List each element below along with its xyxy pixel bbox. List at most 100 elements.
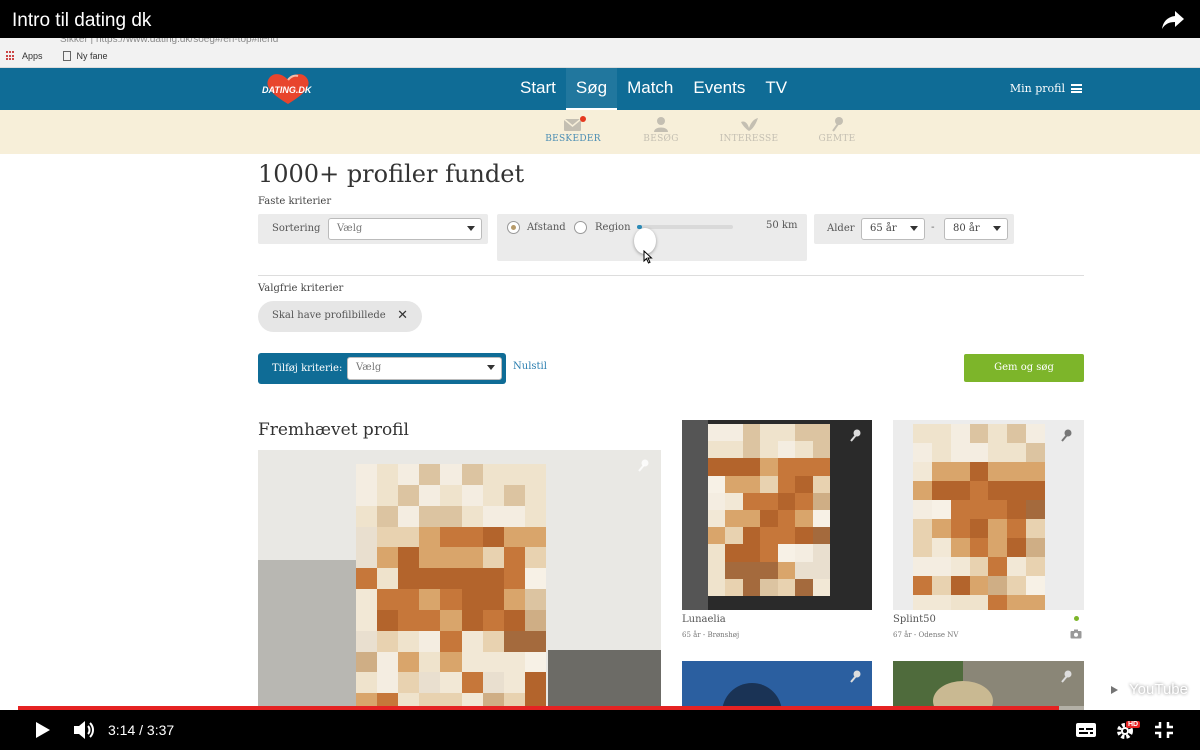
pixel-block [524, 464, 546, 485]
pixel-block [708, 475, 726, 493]
online-status-dot [1074, 616, 1079, 621]
pixel-block [419, 484, 441, 506]
pixel-block [795, 527, 813, 545]
distance-slider[interactable] [637, 225, 733, 229]
profile-card-photo[interactable] [682, 420, 872, 610]
pixel-block [398, 484, 420, 506]
pixel-block [795, 578, 813, 596]
pixel-block [419, 589, 441, 610]
pixel-block [931, 500, 951, 519]
exit-fullscreen-icon[interactable] [1154, 721, 1174, 739]
pixel-block [377, 609, 399, 631]
pixel-block [1026, 424, 1045, 443]
bookmark-apps[interactable]: Apps [22, 51, 43, 61]
pin-icon[interactable] [848, 428, 862, 442]
subnav-beskeder[interactable]: BESKEDER [538, 116, 608, 144]
dating-dk-logo[interactable]: DATING.DK [258, 72, 318, 106]
volume-icon[interactable] [72, 719, 96, 741]
share-icon[interactable] [1160, 9, 1186, 31]
pixel-block [812, 510, 830, 528]
sort-panel: Sortering Vælg [258, 214, 488, 244]
pixel-block [708, 527, 726, 545]
age-from-select[interactable]: 65 år [861, 218, 925, 240]
profile-card-name[interactable]: Lunaelia [682, 614, 726, 625]
pixel-block [503, 484, 525, 506]
add-criteria-select[interactable]: Vælg [347, 357, 502, 380]
pin-icon[interactable] [1059, 669, 1073, 683]
radio-afstand[interactable] [507, 221, 520, 234]
pixel-block [461, 651, 483, 673]
pixel-block [725, 578, 743, 596]
pixel-block [398, 547, 420, 569]
pixel-block [377, 505, 399, 527]
youtube-watermark[interactable]: YouTube [1102, 681, 1188, 698]
pixel-block [725, 527, 743, 545]
pin-icon[interactable] [848, 669, 862, 683]
subnav-beskeder-label: BESKEDER [545, 134, 601, 144]
pixel-block [398, 630, 420, 652]
pixel-block [1007, 443, 1027, 462]
criteria-chip[interactable]: Skal have profilbillede ✕ [258, 301, 422, 332]
subtitles-icon[interactable] [1075, 721, 1097, 739]
browser-toolbar: Sikker | https://www.dating.dk/soeg#/en-… [0, 34, 1200, 68]
pin-icon[interactable] [1059, 428, 1073, 442]
pixel-block [913, 424, 932, 443]
close-icon[interactable]: ✕ [397, 308, 408, 323]
add-criteria-panel: Tilføj kriterie: Vælg [258, 353, 506, 384]
radio-region[interactable] [574, 221, 587, 234]
pixel-block [1026, 557, 1045, 576]
pixel-block [742, 424, 761, 442]
apps-grid-icon[interactable] [6, 51, 16, 61]
add-criteria-label: Tilføj kriterie: [272, 363, 343, 374]
pixel-block [524, 547, 546, 569]
pixel-block [1007, 424, 1027, 443]
pixel-block [950, 557, 970, 576]
pixel-block [777, 544, 796, 562]
pixel-block [1007, 576, 1027, 595]
pixel-block [725, 458, 743, 476]
age-to-select[interactable]: 80 år [944, 218, 1008, 240]
profile-card-name[interactable]: Splint50 [893, 614, 936, 625]
pixel-block [795, 441, 813, 459]
nav-start[interactable]: Start [510, 68, 566, 110]
nav-events[interactable]: Events [683, 68, 755, 110]
subnav-gemte[interactable]: GEMTE [802, 116, 872, 144]
pixel-block [1026, 519, 1045, 538]
sort-select[interactable]: Vælg [328, 218, 482, 240]
pin-icon[interactable] [636, 458, 650, 472]
pixel-block [795, 475, 813, 493]
pixel-block [812, 475, 830, 493]
featured-profile-photo[interactable] [258, 450, 661, 714]
nav-tv[interactable]: TV [755, 68, 797, 110]
pixel-block [812, 441, 830, 459]
subnav-besoeg[interactable]: BESØG [626, 116, 696, 144]
pixel-block [461, 589, 483, 610]
pixel-block [988, 424, 1008, 443]
profile-menu[interactable]: Min profil [1010, 82, 1082, 95]
play-icon[interactable] [32, 720, 52, 740]
pixel-block [482, 464, 504, 485]
pixel-block [795, 510, 813, 528]
nav-match[interactable]: Match [617, 68, 683, 110]
pixel-block [969, 595, 989, 610]
video-title-bar: Intro til dating dk [0, 0, 1200, 38]
chevron-down-icon [910, 226, 918, 231]
bookmark-ny-fane[interactable]: Ny fane [77, 51, 108, 61]
save-search-button[interactable]: Gem og søg [964, 354, 1084, 382]
pixel-block [377, 464, 399, 485]
pixel-block [1007, 538, 1027, 557]
pixel-block [777, 424, 796, 442]
pixelated-portrait [356, 464, 546, 714]
page-icon [62, 51, 71, 61]
pixel-block [524, 526, 546, 548]
reset-link[interactable]: Nulstil [513, 361, 547, 372]
pixel-block [777, 561, 796, 579]
subnav-interesse[interactable]: INTERESSE [714, 116, 784, 144]
pixel-block [742, 527, 761, 545]
pixel-block [503, 505, 525, 527]
nav-soeg[interactable]: Søg [565, 68, 618, 110]
profile-card-photo[interactable] [893, 420, 1084, 610]
pixel-block [760, 492, 778, 510]
pixel-block [482, 484, 504, 506]
pixel-block [969, 443, 989, 462]
